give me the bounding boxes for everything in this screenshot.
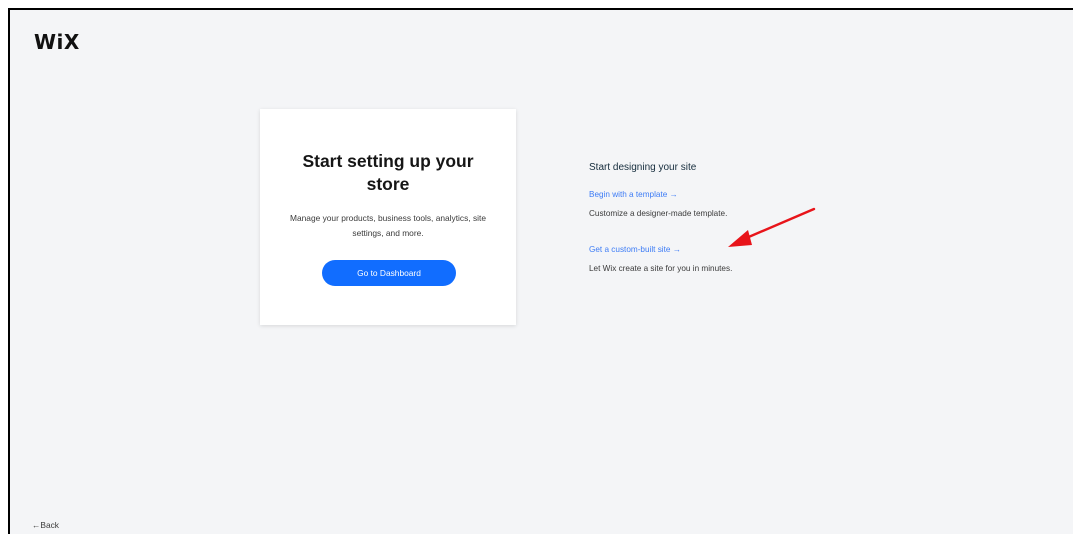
wix-logo: WiX <box>34 30 80 54</box>
design-section-title: Start designing your site <box>589 162 697 173</box>
begin-with-template-link[interactable]: Begin with a template → <box>589 190 678 199</box>
red-arrow-icon <box>728 207 816 247</box>
back-link[interactable]: ←Back <box>32 520 59 530</box>
custom-built-description: Let Wix create a site for you in minutes… <box>589 264 733 273</box>
template-description: Customize a designer-made template. <box>589 209 728 218</box>
store-setup-card: Start setting up your store Manage your … <box>260 109 516 325</box>
custom-built-site-link[interactable]: Get a custom-built site → <box>589 245 681 254</box>
page-frame: WiX Start setting up your store Manage y… <box>8 8 1073 534</box>
card-description: Manage your products, business tools, an… <box>290 213 486 238</box>
card-title: Start setting up your store <box>302 151 474 194</box>
go-to-dashboard-button[interactable]: Go to Dashboard <box>322 260 456 286</box>
